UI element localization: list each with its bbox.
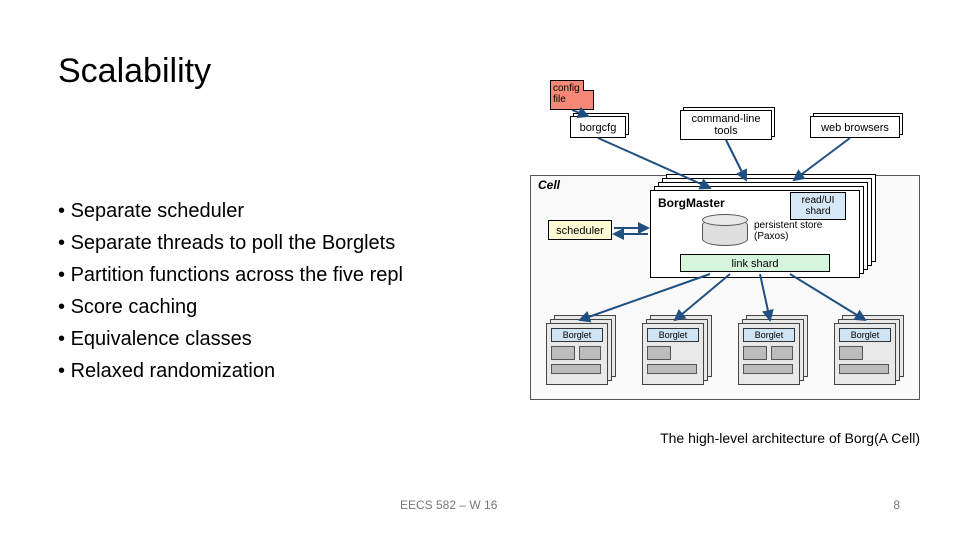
cmdline-box: command-line tools	[680, 110, 772, 140]
bullet-item: • Relaxed randomization	[58, 355, 403, 387]
config-file-icon: config file	[550, 80, 594, 110]
read-ui-box: read/UI shard	[790, 192, 846, 220]
diagram-caption: The high-level architecture of Borg(A Ce…	[660, 430, 920, 446]
bullet-item: • Separate scheduler	[58, 195, 403, 227]
borgmaster-label: BorgMaster	[658, 196, 725, 210]
link-shard-box: link shard	[680, 254, 830, 272]
slide-title: Scalability	[58, 52, 211, 91]
bullet-item: • Separate threads to poll the Borglets	[58, 227, 403, 259]
cell-label: Cell	[538, 178, 560, 192]
scheduler-box: scheduler	[548, 220, 612, 240]
bullet-item: • Score caching	[58, 291, 403, 323]
borglet-box: Borglet	[551, 328, 603, 342]
footer-course: EECS 582 – W 16	[400, 498, 497, 512]
bullet-list: • Separate scheduler • Separate threads …	[58, 195, 403, 387]
bullet-item: • Partition functions across the five re…	[58, 259, 403, 291]
machine-group: Borglet	[642, 315, 712, 385]
persistent-label: persistent store (Paxos)	[754, 220, 822, 242]
borglet-box: Borglet	[743, 328, 795, 342]
paxos-cylinder-icon	[702, 218, 748, 246]
machine-group: Borglet	[834, 315, 904, 385]
browsers-box: web browsers	[810, 116, 900, 138]
footer-page: 8	[893, 498, 900, 512]
machine-group: Borglet	[546, 315, 616, 385]
bullet-item: • Equivalence classes	[58, 323, 403, 355]
borgcfg-box: borgcfg	[570, 116, 626, 138]
borglet-box: Borglet	[647, 328, 699, 342]
borglet-box: Borglet	[839, 328, 891, 342]
architecture-diagram: config file borgcfg command-line tools w…	[510, 80, 930, 420]
machine-group: Borglet	[738, 315, 808, 385]
